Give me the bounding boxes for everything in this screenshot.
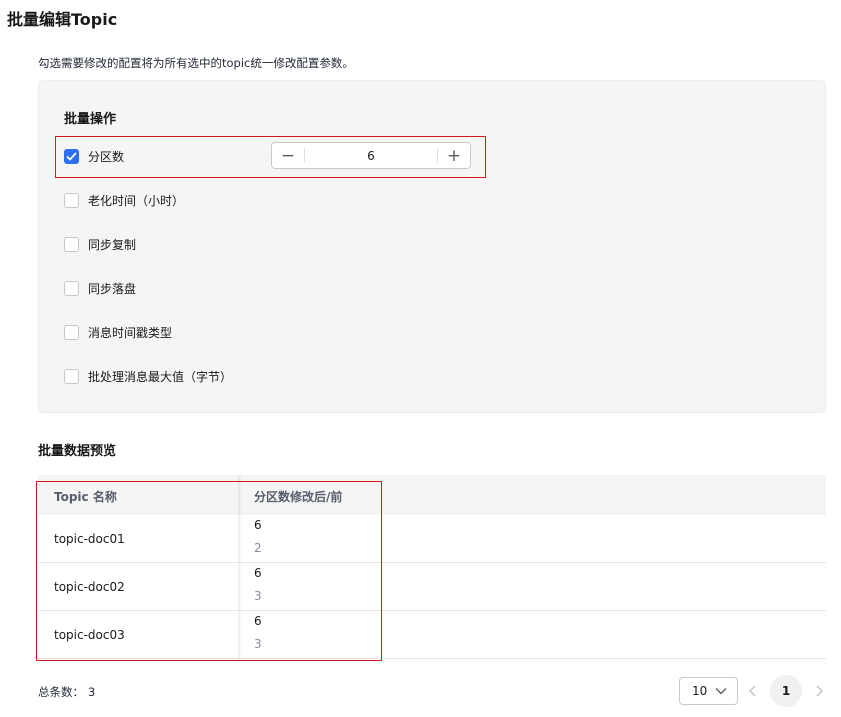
sync-flush-checkbox[interactable] <box>64 280 79 296</box>
option-label: 消息时间戳类型 <box>88 325 173 340</box>
topic-name-cell: topic-doc01 <box>54 532 125 546</box>
page-size-select[interactable]: 10 <box>679 677 738 705</box>
option-label: 批处理消息最大值（字节） <box>88 369 233 384</box>
partition-old-cell: 3 <box>254 637 262 651</box>
fixed-column-shadow <box>238 475 242 659</box>
partition-new-cell: 6 <box>254 518 262 532</box>
topic-name-cell: topic-doc02 <box>54 580 125 594</box>
chevron-right-icon[interactable] <box>814 684 824 698</box>
preview-title: 批量数据预览 <box>38 444 117 459</box>
column-header-partitions: 分区数修改后/前 <box>254 490 343 504</box>
partition-old-cell: 2 <box>254 541 262 555</box>
table-row: topic-doc01 6 2 <box>38 515 826 563</box>
timestamp-type-checkbox[interactable] <box>64 324 79 340</box>
partition-old-cell: 3 <box>254 589 262 603</box>
option-timestamp-type[interactable]: 消息时间戳类型 <box>64 323 172 341</box>
decrement-button[interactable]: − <box>272 143 304 168</box>
page-title: 批量编辑Topic <box>7 10 118 29</box>
option-label: 同步落盘 <box>88 281 137 296</box>
option-max-message-bytes[interactable]: 批处理消息最大值（字节） <box>64 367 232 385</box>
topic-name-cell: topic-doc03 <box>54 628 125 642</box>
table-header: Topic 名称 分区数修改后/前 <box>38 475 826 515</box>
retention-time-checkbox[interactable] <box>64 192 79 208</box>
page-size-value: 10 <box>692 684 708 698</box>
total-value: 3 <box>88 685 96 699</box>
check-icon <box>66 151 77 161</box>
table-row: topic-doc03 6 3 <box>38 611 826 659</box>
sync-replication-checkbox[interactable] <box>64 236 79 252</box>
partition-count-input[interactable]: 6 <box>305 149 437 163</box>
partition-count-checkbox[interactable] <box>64 148 79 164</box>
option-sync-flush[interactable]: 同步落盘 <box>64 279 136 297</box>
batch-operations-title: 批量操作 <box>64 112 117 127</box>
chevron-down-icon <box>715 688 727 695</box>
total-label: 总条数： <box>38 685 84 699</box>
partition-new-cell: 6 <box>254 614 262 628</box>
increment-button[interactable]: + <box>438 143 470 168</box>
pagination-page-1[interactable]: 1 <box>770 675 802 707</box>
table-row: topic-doc02 6 3 <box>38 563 826 611</box>
option-sync-replication[interactable]: 同步复制 <box>64 235 136 253</box>
page-description: 勾选需要修改的配置将为所有选中的topic统一修改配置参数。 <box>38 56 354 70</box>
preview-table: Topic 名称 分区数修改后/前 topic-doc01 6 2 topic-… <box>38 475 826 659</box>
partition-count-stepper[interactable]: − 6 + <box>271 142 471 169</box>
option-label: 分区数 <box>88 149 125 164</box>
column-header-topic-name: Topic 名称 <box>54 490 117 504</box>
batch-operations-panel: 批量操作 分区数 − 6 + 老化时间（小时） 同步复制 同步落盘 消息时间戳类… <box>38 80 826 413</box>
max-message-bytes-checkbox[interactable] <box>64 368 79 384</box>
option-label: 老化时间（小时） <box>88 193 185 208</box>
option-partition-count[interactable]: 分区数 <box>64 147 124 165</box>
total-count: 总条数： 3 <box>38 684 95 700</box>
option-label: 同步复制 <box>88 237 137 252</box>
partition-new-cell: 6 <box>254 566 262 580</box>
option-retention-time[interactable]: 老化时间（小时） <box>64 191 184 209</box>
chevron-left-icon[interactable] <box>748 684 758 698</box>
